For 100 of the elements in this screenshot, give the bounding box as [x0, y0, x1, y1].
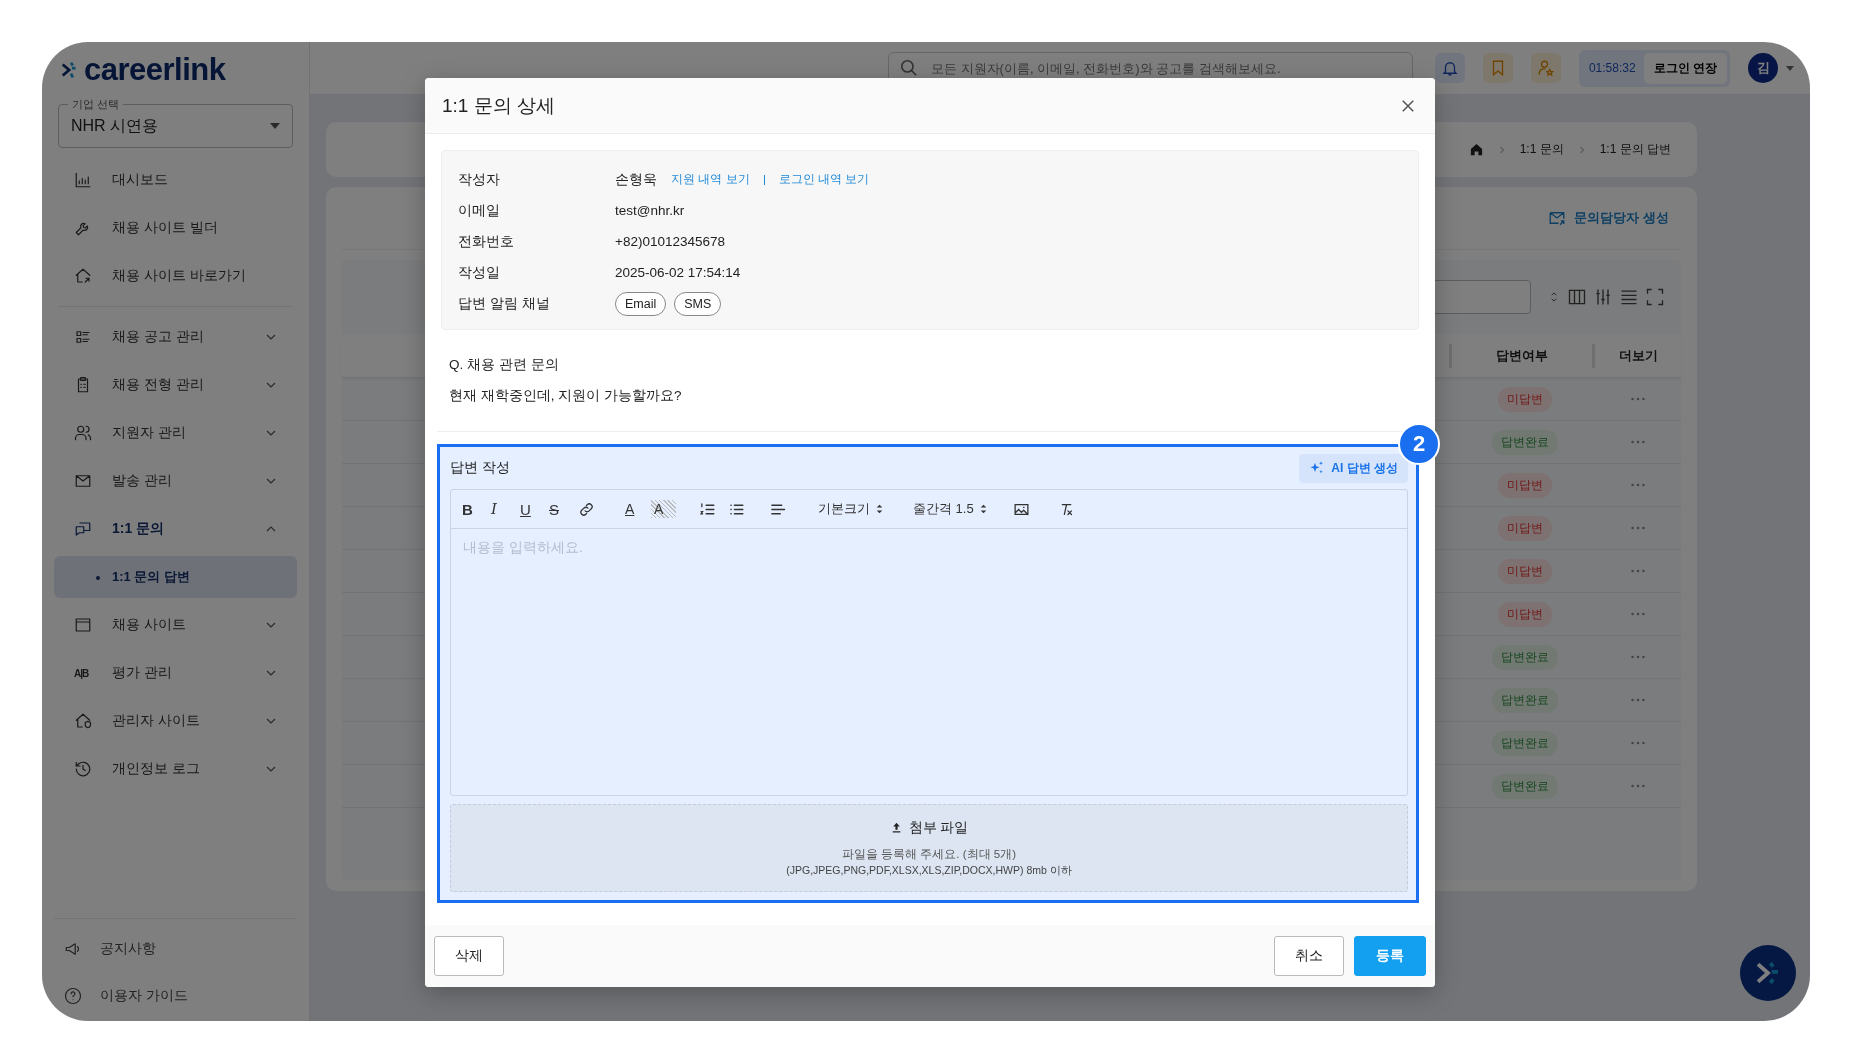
sidebar-item-label: 채용 전형 관리: [112, 376, 205, 394]
sidebar-item[interactable]: 채용 전형 관리: [54, 361, 297, 409]
history-link[interactable]: 로그인 내역 보기: [778, 171, 870, 188]
question-text: 현재 재학중인데, 지원이 가능할까요?: [449, 387, 683, 405]
sidebar-item[interactable]: 채용 공고 관리: [54, 313, 297, 361]
users-icon: [74, 424, 92, 442]
more-icon[interactable]: [1631, 741, 1645, 745]
extend-login-button[interactable]: 로그인 연장: [1643, 52, 1727, 84]
text-color-button[interactable]: A: [622, 495, 647, 523]
delete-button[interactable]: 삭제: [434, 936, 504, 976]
sidebar-item-label: 채용 사이트 바로가기: [112, 267, 247, 285]
fullscreen-icon[interactable]: [1645, 287, 1665, 307]
field-value: 2025-06-02 17:54:14: [615, 265, 741, 280]
home-icon[interactable]: [1468, 142, 1484, 157]
ai-answer-button[interactable]: AI 답변 생성: [1299, 453, 1408, 483]
sidebar-item-label: 대시보드: [112, 171, 169, 189]
bold-button[interactable]: B: [459, 495, 484, 523]
caret-icon: [270, 123, 280, 129]
field-value: test@nhr.kr: [615, 203, 685, 218]
sidebar-item[interactable]: 채용 사이트 바로가기: [54, 252, 297, 300]
sidebar-item[interactable]: 발송 관리: [54, 457, 297, 505]
attachment-title: 첨부 파일: [908, 818, 969, 837]
mail-icon: [1548, 209, 1567, 227]
field-value: 손형욱: [615, 170, 657, 189]
sidebar-item-label: 지원자 관리: [112, 424, 187, 442]
sidebar-item[interactable]: A|B 평가 관리: [54, 649, 297, 697]
breadcrumb-link[interactable]: 1:1 문의 답변: [1599, 141, 1671, 158]
sidebar-item[interactable]: 채용 사이트: [54, 601, 297, 649]
history-link[interactable]: 지원 내역 보기: [671, 171, 750, 188]
channel-chip: Email: [615, 291, 667, 316]
launcher-button[interactable]: [1740, 945, 1796, 1001]
sidebar-item[interactable]: 개인정보 로그: [54, 745, 297, 793]
columns-icon[interactable]: [1567, 287, 1587, 307]
sidebar-item[interactable]: 관리자 사이트: [54, 697, 297, 745]
highlight-button[interactable]: A: [651, 500, 676, 518]
sidebar-item[interactable]: 대시보드: [54, 156, 297, 204]
sidebar-subitem-label: 1:1 문의 답변: [112, 569, 190, 584]
bullet-icon: [96, 575, 100, 580]
more-icon[interactable]: [1631, 569, 1645, 573]
updown-icon: [876, 504, 883, 514]
filter-sliders-icon[interactable]: [1593, 287, 1613, 307]
field-label: 답변 알림 채널: [458, 294, 551, 313]
toolbar-select[interactable]: 줄간격 1.5: [910, 495, 990, 523]
column-header: 더보기: [1592, 343, 1681, 368]
underline-button[interactable]: U: [517, 495, 542, 523]
chart-icon: [74, 171, 92, 189]
strikethrough-button[interactable]: S: [546, 495, 571, 523]
more-icon[interactable]: [1631, 655, 1645, 659]
sidebar-item[interactable]: 1:1 문의: [54, 505, 297, 553]
status-tag: 미답변: [1498, 386, 1552, 412]
updown-icon: [979, 504, 987, 514]
more-icon[interactable]: [1631, 784, 1645, 788]
sidebar-item[interactable]: 지원자 관리: [54, 409, 297, 457]
mail-icon: [74, 472, 92, 490]
more-icon[interactable]: [1631, 440, 1645, 444]
sidebar-link[interactable]: 공지사항: [100, 939, 156, 958]
sidebar-item-label: 채용 사이트: [112, 616, 187, 634]
profile-button[interactable]: [1530, 53, 1561, 83]
more-icon[interactable]: [1631, 483, 1645, 487]
more-icon[interactable]: [1631, 526, 1645, 530]
sidebar-subitem[interactable]: 1:1 문의 답변: [54, 556, 297, 598]
field-label: 작성자: [458, 170, 501, 189]
sidebar-item-label: 개인정보 로그: [112, 760, 201, 778]
more-icon[interactable]: [1631, 698, 1645, 702]
step-badge: 2: [1398, 423, 1440, 465]
user-avatar[interactable]: 김: [1748, 53, 1778, 83]
cancel-button[interactable]: 취소: [1274, 936, 1344, 976]
more-icon[interactable]: [1631, 612, 1645, 616]
breadcrumb-link[interactable]: 1:1 문의: [1519, 141, 1564, 158]
dialog-title: 1:1 문의 상세: [442, 93, 556, 118]
create-manager-button[interactable]: 문의담당자 생성: [1548, 201, 1681, 229]
house-icon: [74, 267, 92, 285]
field-label: 전화번호: [458, 232, 515, 251]
more-icon[interactable]: [1631, 397, 1645, 401]
column-header: 답변여부: [1449, 343, 1592, 368]
field-value: +82)01012345678: [615, 234, 725, 249]
bell-icon: [1440, 59, 1459, 77]
caret-icon[interactable]: [1786, 65, 1794, 71]
careerlink-logo[interactable]: careerlink: [54, 44, 297, 96]
house-icon: [74, 712, 92, 730]
submit-button[interactable]: 등록: [1354, 936, 1426, 976]
sidebar-item-label: 평가 관리: [112, 664, 173, 682]
toolbar-select[interactable]: 기본크기: [815, 495, 886, 523]
ab-test-icon: A|B: [74, 667, 92, 679]
notification-button[interactable]: [1434, 53, 1465, 83]
history-icon: [74, 760, 92, 778]
question-title: Q. 채용 관련 문의: [449, 356, 560, 374]
sidebar-item[interactable]: 채용 사이트 빌더: [54, 204, 297, 252]
sidebar-item-label: 채용 사이트 빌더: [112, 219, 219, 237]
channel-chip: SMS: [674, 291, 722, 316]
sidebar-link[interactable]: 이용자 가이드: [100, 986, 188, 1005]
status-tag: 미답변: [1498, 601, 1552, 627]
italic-button[interactable]: I: [488, 495, 513, 523]
sidebar-item-label: 관리자 사이트: [112, 712, 201, 730]
field-label: 이메일: [458, 201, 501, 220]
status-tag: 답변완료: [1492, 429, 1558, 455]
bookmark-button[interactable]: [1482, 53, 1513, 83]
file-dropzone[interactable]: 첨부 파일 파일을 등록해 주세요. (최대 5개) (JPG,JPEG,PNG,PDF,XLSX,XLS,ZIP,DOCX,HWP) 8mb 이하: [450, 804, 1408, 892]
status-tag: 미답변: [1498, 472, 1552, 498]
sidebar-item-label: 1:1 문의: [112, 520, 166, 538]
